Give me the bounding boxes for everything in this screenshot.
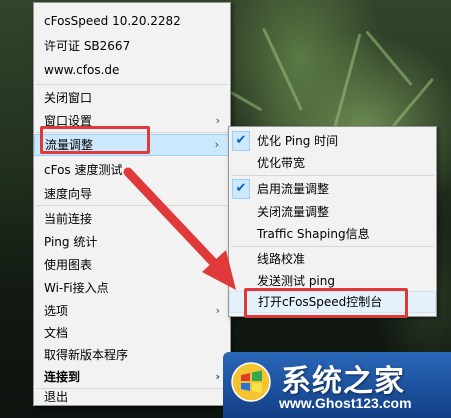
menu-item-exit[interactable]: 退出 [34,386,230,408]
menu-item-close-window[interactable]: 关闭窗口 [34,87,230,109]
menu-item-version[interactable]: cFosSpeed 10.20.2282 [34,10,230,32]
fern-decoration [262,27,303,111]
submenu-item-optimize-ping[interactable]: 优化 Ping 时间 [229,130,436,152]
submenu-item-line-calibration[interactable]: 线路校准 [229,248,436,270]
menu-separator [36,84,228,85]
fern-decoration [330,33,362,141]
menu-item-get-new-version[interactable]: 取得新版本程序 [34,344,230,366]
menu-item-options[interactable]: 选项 › [34,300,230,322]
menu-separator [231,246,434,247]
watermark-url: www.Ghost123.com [279,395,412,411]
menu-separator [36,205,228,206]
watermark-banner: 系统之家 www.Ghost123.com [223,352,451,418]
menu-item-speed-wizard[interactable]: 速度向导 [34,183,230,205]
chevron-right-icon: › [215,114,220,127]
menu-item-usage-chart[interactable]: 使用图表 [34,254,230,276]
chevron-right-icon: › [215,370,220,383]
menu-separator [231,175,434,176]
menu-item-label: 选项 [44,304,69,318]
submenu-item-enable-shaping[interactable]: 启用流量调整 [229,178,436,200]
menu-item-speed-test[interactable]: cFos 速度测试 [34,159,230,181]
menu-item-docs[interactable]: 文档 [34,322,230,344]
submenu-item-disable-shaping[interactable]: 关闭流量调整 [229,201,436,223]
menu-item-website[interactable]: www.cfos.de [34,59,230,81]
chevron-right-icon: › [215,304,220,317]
menu-item-label: 连接到 [44,370,81,384]
cfos-context-menu: cFosSpeed 10.20.2282 许可证 SB2667 www.cfos… [33,2,231,406]
chevron-right-icon: › [214,138,219,151]
menu-item-license[interactable]: 许可证 SB2667 [34,35,230,57]
annotation-highlight-box [244,288,408,318]
menu-item-ping-stats[interactable]: Ping 统计 [34,231,230,253]
annotation-highlight-box [40,126,150,154]
watermark-title: 系统之家 [281,364,405,399]
submenu-item-optimize-bandwidth[interactable]: 优化带宽 [229,152,436,174]
menu-item-current-connections[interactable]: 当前连接 [34,208,230,230]
menu-item-wifi-hotspot[interactable]: Wi-Fi接入点 [34,277,230,299]
fern-decoration [365,30,413,86]
windows-logo-icon [231,362,271,402]
submenu-item-shaping-info[interactable]: Traffic Shaping信息 [229,223,436,245]
menu-item-connect-to[interactable]: 连接到 › [34,366,230,388]
